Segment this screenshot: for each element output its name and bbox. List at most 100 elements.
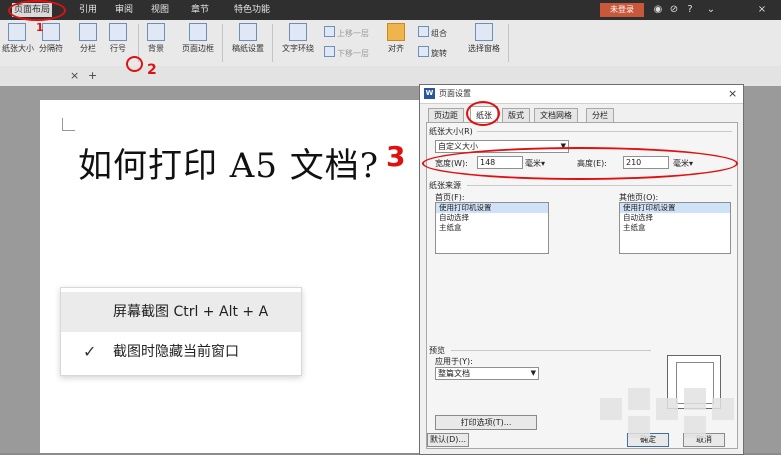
columns-button[interactable]: 分栏 bbox=[76, 20, 100, 54]
tab-section[interactable]: 章节 bbox=[188, 3, 212, 17]
ribbon-divider bbox=[508, 24, 509, 62]
checkmark-icon: ✓ bbox=[83, 342, 97, 361]
tab-view[interactable]: 视图 bbox=[148, 3, 172, 17]
group-button[interactable]: 组合 bbox=[418, 26, 447, 39]
wps-logo-icon: W bbox=[424, 88, 435, 99]
tab-margins[interactable]: 页边距 bbox=[428, 108, 464, 123]
list-item[interactable]: 使用打印机设置 bbox=[436, 203, 548, 213]
manuscript-settings-button[interactable]: 稿纸设置 bbox=[230, 20, 266, 54]
tab-document-grid[interactable]: 文档网格 bbox=[534, 108, 578, 123]
watermark bbox=[600, 384, 750, 444]
close-tab-icon[interactable]: × bbox=[70, 69, 79, 82]
group-divider bbox=[451, 350, 651, 351]
margin-corner-mark bbox=[62, 118, 75, 131]
tab-review[interactable]: 审阅 bbox=[112, 3, 136, 17]
print-options-button[interactable]: 打印选项(T)... bbox=[435, 415, 537, 430]
dialog-title: 页面设置 bbox=[439, 89, 471, 98]
list-item[interactable]: 主纸盒 bbox=[620, 223, 730, 233]
rotate-label: 旋转 bbox=[431, 49, 447, 58]
ribbon-divider bbox=[272, 24, 273, 62]
columns-label: 分栏 bbox=[80, 44, 96, 53]
bring-forward-label: 上移一层 bbox=[337, 29, 369, 38]
dialog-close-icon[interactable]: × bbox=[728, 87, 737, 100]
question-icon[interactable]: ? bbox=[684, 3, 696, 17]
menu-bar: 页面布局 引用 审阅 视图 章节 特色功能 未登录 ◉ ⊘ ? ⌄ × bbox=[0, 0, 781, 20]
selection-pane-icon bbox=[475, 23, 493, 41]
screenshot-menu-label: 屏幕截图 Ctrl + Alt + A bbox=[113, 304, 269, 320]
list-item[interactable]: 使用打印机设置 bbox=[620, 203, 730, 213]
group-divider bbox=[477, 131, 732, 132]
preview-group-label: 预览 bbox=[429, 346, 445, 355]
default-button[interactable]: 默认(D)... bbox=[427, 433, 469, 447]
separator-icon bbox=[42, 23, 60, 41]
background-icon bbox=[147, 23, 165, 41]
screenshot-context-menu: 屏幕截图 Ctrl + Alt + A ✓ 截图时隐藏当前窗口 bbox=[60, 287, 302, 376]
annotation-number-1: 1 bbox=[36, 21, 44, 34]
align-button[interactable]: 对齐 bbox=[384, 20, 408, 54]
new-tab-icon[interactable]: + bbox=[88, 69, 97, 82]
text-wrap-label: 文字环绕 bbox=[282, 44, 314, 53]
selection-pane-button[interactable]: 选择窗格 bbox=[466, 20, 502, 54]
line-number-label: 行号 bbox=[110, 44, 126, 53]
ribbon-divider bbox=[222, 24, 223, 62]
tab-layout[interactable]: 版式 bbox=[502, 108, 530, 123]
annotation-circle-dimensions bbox=[422, 147, 738, 180]
background-button[interactable]: 背景 bbox=[144, 20, 168, 54]
align-icon bbox=[387, 23, 405, 41]
bring-forward-button[interactable]: 上移一层 bbox=[324, 26, 369, 39]
minimize-icon[interactable]: ⌄ bbox=[705, 3, 717, 17]
line-number-button[interactable]: 行号 bbox=[106, 20, 130, 54]
send-backward-icon bbox=[324, 46, 335, 57]
tab-special-features[interactable]: 特色功能 bbox=[230, 3, 274, 17]
close-icon[interactable]: × bbox=[756, 3, 768, 17]
send-backward-button[interactable]: 下移一层 bbox=[324, 46, 369, 59]
annotation-number-2: 2 bbox=[147, 62, 157, 78]
list-item[interactable]: 主纸盒 bbox=[436, 223, 548, 233]
paper-size-icon bbox=[8, 23, 26, 41]
background-label: 背景 bbox=[148, 44, 164, 53]
hide-window-menu-item[interactable]: ✓ 截图时隐藏当前窗口 bbox=[61, 332, 301, 372]
selection-pane-label: 选择窗格 bbox=[468, 44, 500, 53]
bring-forward-icon bbox=[324, 26, 335, 37]
apply-to-value: 整篇文档 bbox=[438, 369, 470, 378]
paper-source-group-label: 纸张来源 bbox=[429, 181, 461, 190]
list-item[interactable]: 自动选择 bbox=[436, 213, 548, 223]
group-icon bbox=[418, 26, 429, 37]
rotate-icon bbox=[418, 46, 429, 57]
columns-icon bbox=[79, 23, 97, 41]
paper-size-button[interactable]: 纸张大小 bbox=[2, 20, 34, 54]
separator-label: 分隔符 bbox=[39, 44, 63, 53]
manuscript-label: 稿纸设置 bbox=[232, 44, 264, 53]
annotation-circle-page-layout bbox=[8, 0, 66, 21]
screenshot-menu-item[interactable]: 屏幕截图 Ctrl + Alt + A bbox=[61, 292, 301, 332]
login-button[interactable]: 未登录 bbox=[600, 3, 644, 17]
other-pages-list[interactable]: 使用打印机设置 自动选择 主纸盒 bbox=[619, 202, 731, 254]
align-label: 对齐 bbox=[388, 44, 404, 53]
hide-window-menu-label: 截图时隐藏当前窗口 bbox=[113, 344, 239, 360]
dialog-title-bar[interactable]: W 页面设置 × bbox=[420, 85, 743, 104]
send-backward-label: 下移一层 bbox=[337, 49, 369, 58]
tab-references[interactable]: 引用 bbox=[76, 3, 100, 17]
ribbon: 纸张大小 分隔符 分栏 行号 背景 页面边框 稿纸设置 文字环绕 上移一层 下移… bbox=[0, 20, 781, 67]
line-number-icon bbox=[109, 23, 127, 41]
annotation-number-3: 3 bbox=[386, 140, 406, 173]
help-icon[interactable]: ⊘ bbox=[668, 3, 680, 17]
page-border-label: 页面边框 bbox=[182, 44, 214, 53]
document-heading[interactable]: 如何打印 A5 文档? bbox=[78, 138, 379, 187]
document-tab-strip: × + bbox=[0, 66, 781, 86]
text-wrap-button[interactable]: 文字环绕 bbox=[278, 20, 318, 54]
user-icon[interactable]: ◉ bbox=[652, 3, 664, 17]
page-border-button[interactable]: 页面边框 bbox=[178, 20, 218, 54]
paper-size-label: 纸张大小 bbox=[2, 44, 34, 53]
first-page-list[interactable]: 使用打印机设置 自动选择 主纸盒 bbox=[435, 202, 549, 254]
paper-size-value: 自定义大小 bbox=[438, 142, 478, 151]
group-divider bbox=[467, 185, 732, 186]
rotate-button[interactable]: 旋转 bbox=[418, 46, 447, 59]
annotation-circle-paper-tab bbox=[466, 101, 500, 126]
chevron-down-icon: ▼ bbox=[530, 369, 536, 377]
text-wrap-icon bbox=[289, 23, 307, 41]
list-item[interactable]: 自动选择 bbox=[620, 213, 730, 223]
paper-size-group-label: 纸张大小(R) bbox=[429, 127, 473, 136]
tab-columns[interactable]: 分栏 bbox=[586, 108, 614, 123]
apply-to-select[interactable]: 整篇文档 ▼ bbox=[435, 367, 539, 380]
